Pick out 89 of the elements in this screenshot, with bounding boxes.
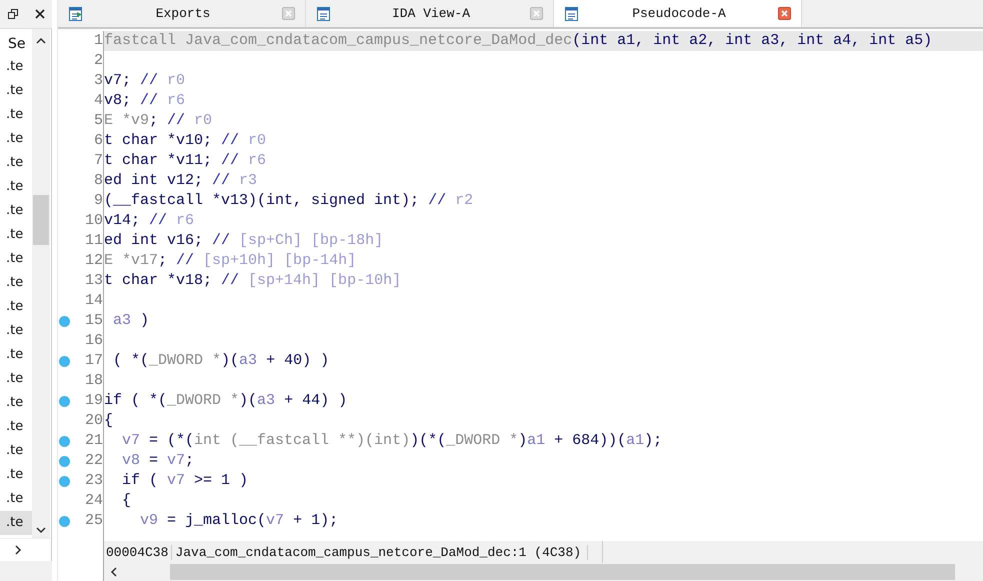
export-icon [68,6,84,22]
segment-item[interactable]: .te [0,511,32,535]
code-line: t char *v11; // r6 [104,152,266,169]
breakpoint-dot[interactable] [59,316,70,327]
segment-item[interactable]: .te [0,391,32,415]
line-number: 24 [84,491,103,511]
breakpoint-dot[interactable] [59,476,70,487]
line-number: 17 [84,351,103,371]
scroll-up-icon[interactable] [36,37,46,45]
line-number: 7 [94,151,103,171]
segment-item[interactable]: .te [0,463,32,487]
breakpoint-dot[interactable] [59,436,70,447]
segment-item[interactable]: .te [0,415,32,439]
tab[interactable]: Exports [58,0,306,27]
status-location: Java_com_cndatacom_campus_netcore_DaMod_dec:1 (4C38) [172,544,588,560]
code-line: fastcall Java_com_cndatacom_campus_netcore_DaMod_dec(int a1, int a2, int a3, int a4, int a5) [104,32,932,49]
document-icon [564,6,580,22]
breakpoint-dot[interactable] [59,396,70,407]
segment-item[interactable]: .te [0,55,32,79]
line-number: 8 [94,171,103,191]
line-number: 12 [84,251,103,271]
line-number: 9 [94,191,103,211]
code-line: t char *v10; // r0 [104,132,266,149]
breakpoint-dot[interactable] [59,516,70,527]
line-number: 21 [84,431,103,451]
line-number: 15 [84,311,103,331]
status-address: 00004C38 [104,544,172,560]
code-line: { [121,492,132,509]
segment-item[interactable]: .te [0,439,32,463]
segment-item[interactable]: .te [0,343,32,367]
line-number: 10 [84,211,103,231]
code-line: v8; // r6 [104,92,186,109]
scrollbar-thumb[interactable] [33,195,49,245]
code-line: ed int v12; // r3 [104,172,258,189]
code-line: E *v17; // [sp+10h] [bp-14h] [104,252,356,269]
breakpoint-dot[interactable] [59,456,70,467]
document-icon [316,6,332,22]
segment-item[interactable]: .te [0,199,32,223]
tab[interactable]: IDA View-A [306,0,554,27]
segment-item[interactable]: .te [0,175,32,199]
breakpoint-dot[interactable] [59,356,70,367]
segment-item[interactable]: .te [0,295,32,319]
line-number: 11 [84,231,103,251]
line-number: 2 [94,51,103,71]
segment-item[interactable]: .te [0,79,32,103]
segment-item[interactable]: .te [0,367,32,391]
segment-item[interactable]: .te [0,247,32,271]
line-number: 16 [84,331,103,351]
scroll-left-icon[interactable] [110,567,118,577]
code-line: ( *(_DWORD *)(a3 + 40) ) [112,352,330,369]
code-line: a3 ) [112,312,150,329]
line-number: 1 [94,31,103,51]
window-restore-icon[interactable] [8,9,18,19]
code-line: { [104,412,114,429]
line-number: 18 [84,371,103,391]
line-number: 3 [94,71,103,91]
line-number: 25 [84,511,103,531]
line-number: 19 [84,391,103,411]
line-number: 20 [84,411,103,431]
code-line: (__fastcall *v13)(int, signed int); // r2 [104,192,474,209]
segment-item[interactable]: .te [0,103,32,127]
line-number: 6 [94,131,103,151]
code-line: v8 = v7; [121,452,194,469]
code-line: E *v9; // r0 [104,112,212,129]
segment-item[interactable]: .te [0,487,32,511]
line-number: 14 [84,291,103,311]
code-line: v14; // r6 [104,212,194,229]
line-number: 5 [94,111,103,131]
code-line: v9 = j_malloc(v7 + 1); [139,512,338,529]
line-number: 13 [84,271,103,291]
scroll-right-icon[interactable] [14,545,22,555]
code-line: v7 = (*(int (__fastcall **)(int))(*(_DWORD *)a1 + 684))(a1); [121,432,662,449]
code-line: t char *v18; // [sp+14h] [bp-10h] [104,272,402,289]
segment-item[interactable]: .te [0,127,32,151]
segment-item[interactable]: .te [0,271,32,295]
scroll-down-icon[interactable] [36,526,46,534]
code-line: ed int v16; // [sp+Ch] [bp-18h] [104,232,384,249]
scrollbar-thumb[interactable] [170,564,955,580]
tab[interactable]: Pseudocode-A [554,0,802,27]
code-line: v7; // r0 [104,72,186,89]
close-icon[interactable] [35,9,45,19]
segment-item[interactable]: .te [0,223,32,247]
code-line: if ( *(_DWORD *)(a3 + 44) ) [104,392,348,409]
line-number: 23 [84,471,103,491]
line-number: 22 [84,451,103,471]
segment-item[interactable]: .te [0,151,32,175]
code-line: if ( v7 >= 1 ) [121,472,248,489]
line-number: 4 [94,91,103,111]
segment-item[interactable]: .te [0,319,32,343]
